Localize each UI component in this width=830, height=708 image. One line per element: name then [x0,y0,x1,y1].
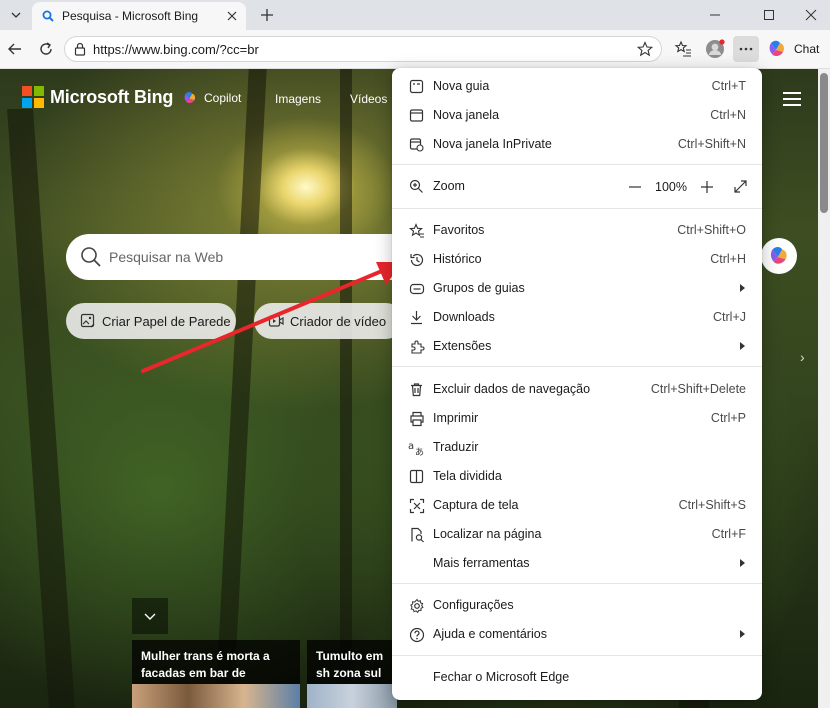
menu-item-screenshot[interactable]: Captura de tela Ctrl+Shift+S [392,491,762,520]
menu-item-label: Extensões [433,339,492,353]
menu-item-zoom: Zoom 100% [392,172,762,201]
menu-item-history[interactable]: Histórico Ctrl+H [392,245,762,274]
menu-item-label: Traduzir [433,440,479,454]
menu-separator [392,366,762,367]
new-tab-icon [409,79,424,94]
extensions-icon [410,340,424,354]
menu-item-shortcut: Ctrl+T [711,79,746,93]
menu-item-label: Ajuda e comentários [433,627,547,641]
chevron-right-icon [740,284,745,292]
menu-item-new-inprivate-window[interactable]: Nova janela InPrivate Ctrl+Shift+N [392,130,762,159]
menu-item-print[interactable]: Imprimir Ctrl+P [392,404,762,433]
history-icon [409,253,423,266]
menu-item-label: Nova guia [433,79,490,93]
screenshot-icon [409,498,424,513]
inprivate-icon [409,138,424,152]
menu-item-label: Downloads [433,310,495,324]
menu-item-help-and-feedback[interactable]: Ajuda e comentários [392,620,762,649]
fullscreen-button[interactable] [734,172,747,201]
download-icon [411,311,422,325]
menu-item-label: Nova janela InPrivate [433,137,552,151]
new-window-icon [409,109,424,122]
menu-item-label: Zoom [433,179,465,193]
menu-item-tab-groups[interactable]: Grupos de guias [392,274,762,303]
print-icon [409,411,424,426]
menu-item-downloads[interactable]: Downloads Ctrl+J [392,303,762,332]
menu-item-new-window[interactable]: Nova janela Ctrl+N [392,101,762,130]
trash-icon [411,383,422,397]
translate-icon: aあ [408,441,424,456]
menu-item-label: Histórico [433,252,482,266]
svg-text:あ: あ [415,447,424,456]
menu-item-translate[interactable]: aあ Traduzir [392,433,762,462]
menu-item-label: Mais ferramentas [433,556,530,570]
menu-separator [392,655,762,656]
menu-item-shortcut: Ctrl+Shift+N [677,137,746,151]
menu-item-favorites[interactable]: Favoritos Ctrl+Shift+O [392,216,762,245]
menu-separator [392,208,762,209]
menu-item-label: Localizar na página [433,527,542,541]
menu-item-shortcut: Ctrl+Shift+Delete [650,382,746,396]
gear-icon [409,598,424,613]
menu-item-split-screen[interactable]: Tela dividida [392,462,762,491]
menu-item-label: Favoritos [433,223,485,237]
menu-separator [392,583,762,584]
chevron-right-icon [740,559,745,567]
menu-item-shortcut: Ctrl+Shift+O [677,223,746,237]
favorites-icon [408,222,424,238]
menu-item-find-on-page[interactable]: Localizar na página Ctrl+F [392,520,762,549]
menu-item-label: Tela dividida [433,469,502,483]
menu-item-label: Grupos de guias [433,281,525,295]
menu-item-settings[interactable]: Configurações [392,591,762,620]
menu-item-shortcut: Ctrl+Shift+S [678,498,746,512]
menu-item-label: Imprimir [433,411,479,425]
menu-item-label: Configurações [433,598,514,612]
menu-item-label: Nova janela [433,108,500,122]
split-screen-icon [409,469,424,484]
menu-item-label: Captura de tela [433,498,519,512]
menu-item-more-tools[interactable]: Mais ferramentas [392,549,762,578]
zoom-out-button[interactable] [628,172,642,201]
menu-item-close-edge[interactable]: Fechar o Microsoft Edge [392,663,762,692]
fullscreen-icon [734,180,747,193]
menu-item-extensions[interactable]: Extensões [392,332,762,361]
plus-icon [701,180,713,193]
menu-item-label: Excluir dados de navegação [433,382,591,396]
menu-item-shortcut: Ctrl+N [710,108,746,122]
chevron-right-icon [740,342,745,350]
tab-groups-icon [409,283,424,294]
zoom-level: 100% [655,179,687,194]
chevron-right-icon [740,630,745,638]
svg-text:a: a [408,441,414,452]
menu-item-shortcut: Ctrl+J [713,310,746,324]
menu-item-label: Fechar o Microsoft Edge [433,670,570,684]
zoom-in-button[interactable] [700,172,714,201]
find-icon [410,527,424,542]
menu-item-shortcut: Ctrl+H [710,252,746,266]
minus-icon [629,185,641,188]
menu-item-clear-browsing-data[interactable]: Excluir dados de navegação Ctrl+Shift+De… [392,375,762,404]
menu-item-new-tab[interactable]: Nova guia Ctrl+T [392,72,762,101]
menu-item-shortcut: Ctrl+P [710,411,746,425]
menu-item-shortcut: Ctrl+F [711,527,746,541]
settings-menu: Nova guia Ctrl+T Nova janela Ctrl+N Nova… [392,68,762,700]
help-icon [409,627,424,642]
menu-separator [392,164,762,165]
zoom-icon [409,179,423,193]
